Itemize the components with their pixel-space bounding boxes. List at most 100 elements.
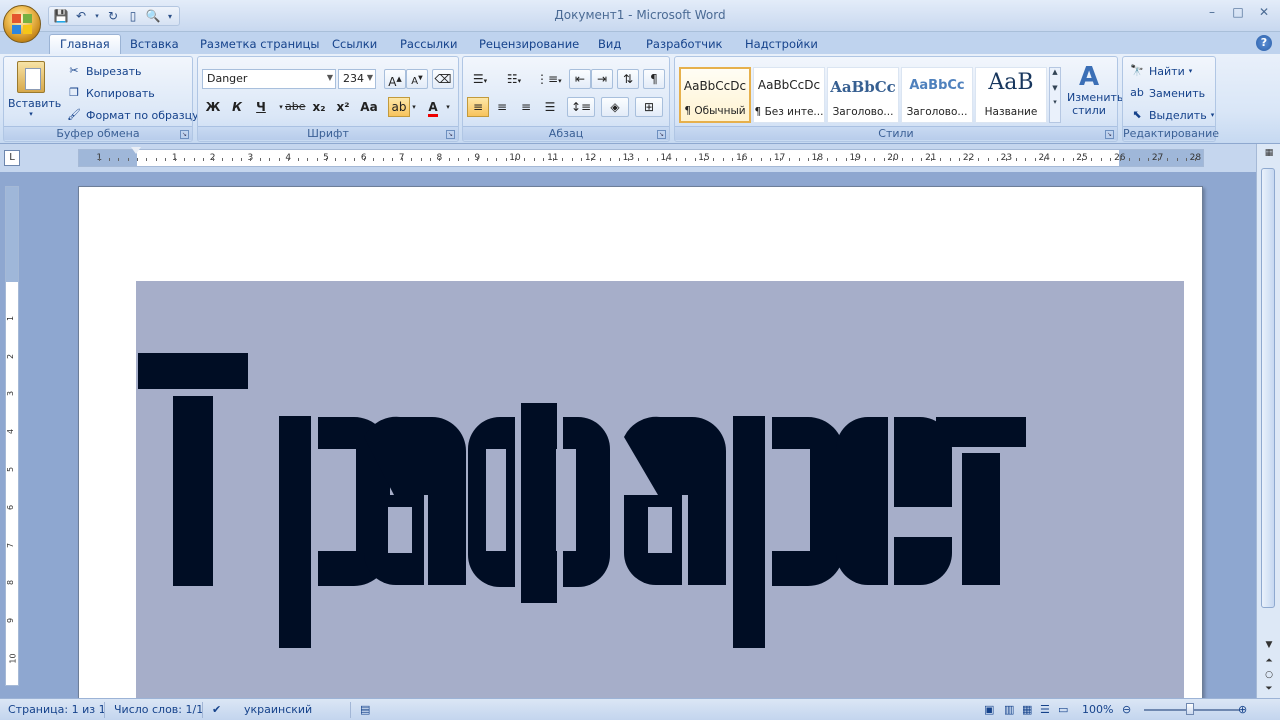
minimize-icon[interactable]: –: [1204, 4, 1220, 20]
scrollbar-thumb[interactable]: [1261, 168, 1275, 608]
outline-view-icon[interactable]: ☰: [1040, 703, 1050, 716]
style-title[interactable]: AaB Название: [975, 67, 1047, 123]
office-button[interactable]: [3, 5, 41, 43]
next-page-icon[interactable]: ⏷: [1262, 684, 1276, 698]
vertical-ruler[interactable]: 1 2 3 4 5 6 7 8 9 10: [5, 186, 19, 686]
ruler-tick: [694, 158, 696, 161]
clipboard-launcher-icon[interactable]: ↘: [180, 130, 189, 139]
underline-button[interactable]: Ч: [250, 97, 272, 117]
find-button[interactable]: 🔭 Найти ▾: [1129, 63, 1192, 79]
language-indicator[interactable]: украинский: [244, 703, 312, 716]
draft-view-icon[interactable]: ▭: [1058, 703, 1068, 716]
styles-scroll-up-icon[interactable]: ▲: [1050, 68, 1060, 76]
font-color-button[interactable]: A: [422, 97, 444, 117]
zoom-slider[interactable]: [1144, 703, 1240, 715]
paste-button[interactable]: Вставить ▾: [8, 61, 61, 118]
highlight-button[interactable]: ab: [388, 97, 410, 117]
copy-button[interactable]: ❐ Копировать: [66, 85, 155, 101]
styles-more-icon[interactable]: ▾: [1050, 98, 1060, 106]
select-button[interactable]: ⬉ Выделить ▾: [1129, 107, 1214, 123]
styles-scroll[interactable]: ▲ ▼ ▾: [1049, 67, 1061, 123]
ruler-tick: [1148, 158, 1150, 161]
zoom-slider-thumb[interactable]: [1186, 703, 1194, 715]
ruler-number: 2: [6, 353, 16, 359]
scroll-down-icon[interactable]: ▼: [1262, 640, 1276, 654]
tab-addins[interactable]: Надстройки: [745, 35, 818, 54]
tab-selector-icon[interactable]: L: [4, 150, 20, 166]
zoom-in-icon[interactable]: ⊕: [1238, 703, 1247, 716]
bullets-button[interactable]: ☰▾: [467, 69, 493, 89]
web-layout-view-icon[interactable]: ▦: [1022, 703, 1032, 716]
ruler-toggle-icon[interactable]: ▦: [1262, 148, 1276, 162]
tab-review[interactable]: Рецензирование: [479, 35, 579, 54]
styles-launcher-icon[interactable]: ↘: [1105, 130, 1114, 139]
styles-scroll-down-icon[interactable]: ▼: [1050, 84, 1060, 92]
cut-button[interactable]: ✂ Вырезать: [66, 63, 141, 79]
bold-button[interactable]: Ж: [202, 97, 224, 117]
superscript-button[interactable]: x²: [332, 97, 354, 117]
close-icon[interactable]: ✕: [1256, 4, 1272, 20]
subscript-button[interactable]: x₂: [308, 97, 330, 117]
tab-insert[interactable]: Вставка: [130, 35, 179, 54]
style-no-spacing[interactable]: AaBbCcDc ¶ Без инте...: [753, 67, 825, 123]
strikethrough-button[interactable]: abe: [284, 97, 306, 117]
maximize-icon[interactable]: □: [1230, 4, 1246, 20]
tab-page-layout[interactable]: Разметка страницы: [200, 35, 319, 54]
tab-mailings[interactable]: Рассылки: [400, 35, 457, 54]
sort-button[interactable]: ⇅: [617, 69, 639, 89]
change-case-button[interactable]: Aa: [356, 97, 382, 117]
grow-font-button[interactable]: A▲: [384, 69, 406, 89]
multilevel-list-button[interactable]: ⋮≡▾: [535, 69, 562, 89]
line-spacing-button[interactable]: ↕≡: [567, 97, 595, 117]
word-count[interactable]: Число слов: 1/1: [114, 703, 203, 716]
tab-view[interactable]: Вид: [598, 35, 621, 54]
show-marks-button[interactable]: ¶: [643, 69, 665, 89]
clear-formatting-button[interactable]: ⌫: [432, 69, 454, 89]
replace-button[interactable]: ab Заменить: [1129, 85, 1205, 101]
ruler-tick: [1063, 158, 1065, 161]
align-center-button[interactable]: ≡: [491, 97, 513, 117]
macro-record-icon[interactable]: ▤: [360, 703, 370, 716]
ruler-tick: [108, 158, 110, 161]
style-heading2[interactable]: AaBbCc Заголово...: [901, 67, 973, 123]
align-right-button[interactable]: ≡: [515, 97, 537, 117]
browse-object-icon[interactable]: ○: [1262, 670, 1276, 684]
shrink-font-button[interactable]: A▼: [406, 69, 428, 89]
highlight-dropdown-icon[interactable]: ▾: [408, 97, 420, 117]
numbered-list-icon: ☷: [506, 72, 518, 86]
format-painter-button[interactable]: 🖌 Формат по образцу: [66, 107, 199, 123]
zoom-level[interactable]: 100%: [1082, 703, 1113, 716]
paragraph-launcher-icon[interactable]: ↘: [657, 130, 666, 139]
first-line-indent-marker[interactable]: [131, 147, 141, 154]
align-left-button[interactable]: ≡: [467, 97, 489, 117]
font-launcher-icon[interactable]: ↘: [446, 130, 455, 139]
previous-page-icon[interactable]: ⏶: [1262, 656, 1276, 670]
spelling-check-icon[interactable]: ✔: [212, 703, 221, 716]
help-icon[interactable]: ?: [1256, 35, 1272, 51]
borders-button[interactable]: ⊞: [635, 97, 663, 117]
font-name-combo[interactable]: Danger ▼: [202, 69, 336, 89]
justify-button[interactable]: ☰: [539, 97, 561, 117]
font-color-dropdown-icon[interactable]: ▾: [442, 97, 454, 117]
zoom-out-icon[interactable]: ⊖: [1122, 703, 1131, 716]
ruler-tick: [1157, 158, 1159, 161]
full-screen-view-icon[interactable]: ▥: [1004, 703, 1014, 716]
style-normal[interactable]: AaBbCcDc ¶ Обычный: [679, 67, 751, 123]
horizontal-ruler[interactable]: 1123456789101112131415161718192021222324…: [78, 147, 1204, 167]
font-size-combo[interactable]: 234 ▼: [338, 69, 376, 89]
italic-button[interactable]: К: [226, 97, 248, 117]
tab-references[interactable]: Ссылки: [332, 35, 377, 54]
tab-developer[interactable]: Разработчик: [646, 35, 723, 54]
decrease-indent-button[interactable]: ⇤: [569, 69, 591, 89]
shaded-paragraph[interactable]: [136, 281, 1184, 705]
change-styles-button[interactable]: A Изменить стили: [1061, 63, 1123, 117]
tab-home[interactable]: Главная: [49, 34, 121, 55]
numbering-button[interactable]: ☷▾: [501, 69, 527, 89]
print-layout-view-icon[interactable]: ▣: [984, 703, 994, 716]
style-heading1[interactable]: AaBbCc Заголово...: [827, 67, 899, 123]
increase-indent-button[interactable]: ⇥: [591, 69, 613, 89]
page-count[interactable]: Страница: 1 из 1: [8, 703, 106, 716]
shading-button[interactable]: ◈: [601, 97, 629, 117]
document-page[interactable]: [78, 186, 1203, 706]
vertical-scrollbar[interactable]: ▦ ▼ ⏶ ○ ⏷: [1256, 144, 1280, 698]
